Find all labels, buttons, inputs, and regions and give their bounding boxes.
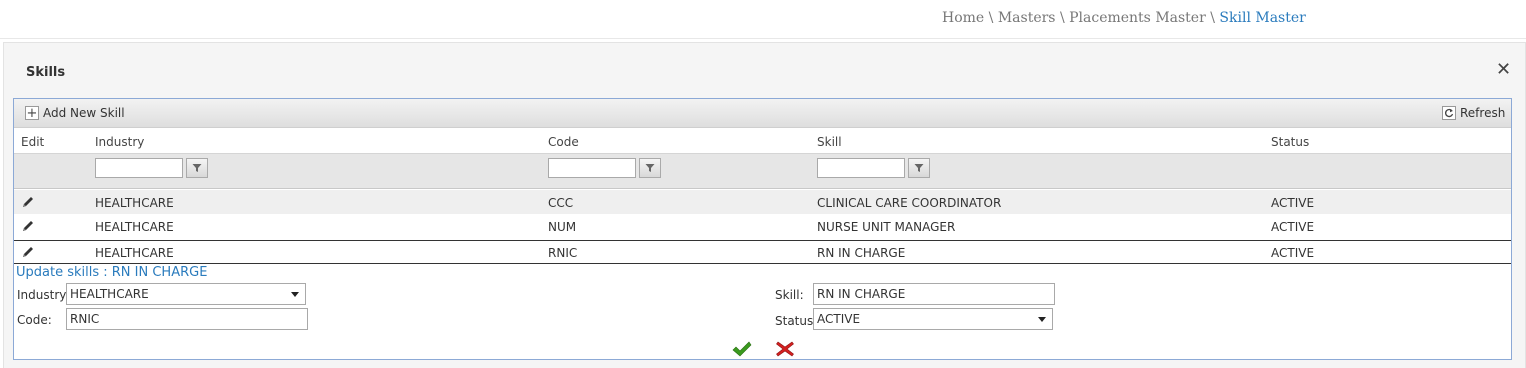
cell-code: RNIC bbox=[548, 246, 578, 260]
table-row-selected[interactable]: HEALTHCARE RNIC RN IN CHARGE ACTIVE bbox=[14, 240, 1511, 264]
skill-filter-button[interactable] bbox=[908, 158, 930, 178]
status-select-value: ACTIVE bbox=[817, 312, 861, 326]
column-header-skill[interactable]: Skill bbox=[817, 135, 842, 149]
breadcrumb: Home \ Masters \ Placements Master \ Ski… bbox=[942, 10, 1306, 26]
cell-skill: NURSE UNIT MANAGER bbox=[817, 220, 956, 234]
close-icon[interactable]: ✕ bbox=[1496, 61, 1511, 79]
code-field[interactable]: RNIC bbox=[66, 308, 308, 330]
skills-grid: + Add New Skill Refresh Edit Industry Co… bbox=[13, 98, 1512, 360]
skill-label: Skill: bbox=[775, 288, 804, 302]
add-new-skill-label: Add New Skill bbox=[43, 106, 125, 120]
breadcrumb-separator: \ bbox=[1210, 10, 1215, 26]
panel-title: Skills bbox=[26, 65, 66, 80]
filter-icon bbox=[914, 164, 924, 172]
filter-row bbox=[14, 154, 1511, 189]
grid-toolbar: + Add New Skill Refresh bbox=[14, 99, 1511, 128]
table-row[interactable]: HEALTHCARE NUM NURSE UNIT MANAGER ACTIVE bbox=[14, 214, 1511, 238]
pencil-icon[interactable] bbox=[21, 245, 35, 259]
cell-skill: RN IN CHARGE bbox=[817, 246, 906, 260]
skill-field[interactable]: RN IN CHARGE bbox=[813, 283, 1055, 305]
skills-panel: Skills ✕ + Add New Skill Refresh Edit In… bbox=[3, 42, 1526, 368]
edit-skill-form: Update skills : RN IN CHARGE Industry: H… bbox=[14, 265, 1511, 359]
industry-label: Industry: bbox=[17, 288, 70, 302]
plus-icon: + bbox=[25, 105, 39, 121]
grid-header: Edit Industry Code Skill Status bbox=[14, 128, 1511, 154]
breadcrumb-home[interactable]: Home bbox=[942, 10, 984, 26]
breadcrumb-masters[interactable]: Masters bbox=[998, 10, 1056, 26]
breadcrumb-placements-master[interactable]: Placements Master bbox=[1069, 10, 1206, 26]
status-label: Status: bbox=[775, 314, 818, 328]
chevron-down-icon bbox=[291, 292, 299, 297]
industry-filter-button[interactable] bbox=[186, 158, 208, 178]
cell-status: ACTIVE bbox=[1271, 196, 1315, 210]
industry-select[interactable]: HEALTHCARE bbox=[66, 283, 306, 305]
code-label: Code: bbox=[17, 313, 52, 327]
column-header-code[interactable]: Code bbox=[548, 135, 579, 149]
edit-form-title: Update skills : RN IN CHARGE bbox=[16, 265, 208, 280]
code-filter-button[interactable] bbox=[639, 158, 661, 178]
breadcrumb-separator: \ bbox=[988, 10, 994, 26]
refresh-button[interactable]: Refresh bbox=[1442, 105, 1505, 121]
refresh-icon bbox=[1442, 106, 1456, 120]
chevron-down-icon bbox=[1038, 317, 1046, 322]
cell-industry: HEALTHCARE bbox=[95, 220, 174, 234]
cell-industry: HEALTHCARE bbox=[95, 196, 174, 210]
check-icon[interactable] bbox=[732, 341, 752, 357]
pencil-icon[interactable] bbox=[21, 219, 35, 233]
pencil-icon[interactable] bbox=[21, 195, 35, 209]
cell-skill: CLINICAL CARE COORDINATOR bbox=[817, 196, 1002, 210]
industry-select-value: HEALTHCARE bbox=[70, 287, 149, 301]
cell-industry: HEALTHCARE bbox=[95, 246, 174, 260]
industry-filter-input[interactable] bbox=[95, 158, 183, 178]
status-select[interactable]: ACTIVE bbox=[813, 308, 1053, 330]
column-header-status[interactable]: Status bbox=[1271, 135, 1309, 149]
cell-code: CCC bbox=[548, 196, 574, 210]
skill-filter-input[interactable] bbox=[817, 158, 905, 178]
column-header-industry[interactable]: Industry bbox=[95, 135, 144, 149]
cancel-icon[interactable] bbox=[776, 341, 794, 357]
breadcrumb-current: Skill Master bbox=[1219, 10, 1306, 26]
filter-icon bbox=[645, 164, 655, 172]
header-divider bbox=[0, 38, 1526, 39]
table-row[interactable]: HEALTHCARE CCC CLINICAL CARE COORDINATOR… bbox=[14, 190, 1511, 214]
column-header-edit: Edit bbox=[21, 135, 45, 149]
cell-status: ACTIVE bbox=[1271, 246, 1315, 260]
cell-code: NUM bbox=[548, 220, 577, 234]
filter-icon bbox=[192, 164, 202, 172]
add-new-skill-button[interactable]: + Add New Skill bbox=[25, 105, 125, 121]
breadcrumb-separator: \ bbox=[1059, 10, 1065, 26]
code-filter-input[interactable] bbox=[548, 158, 636, 178]
refresh-label: Refresh bbox=[1460, 106, 1506, 120]
cell-status: ACTIVE bbox=[1271, 220, 1315, 234]
